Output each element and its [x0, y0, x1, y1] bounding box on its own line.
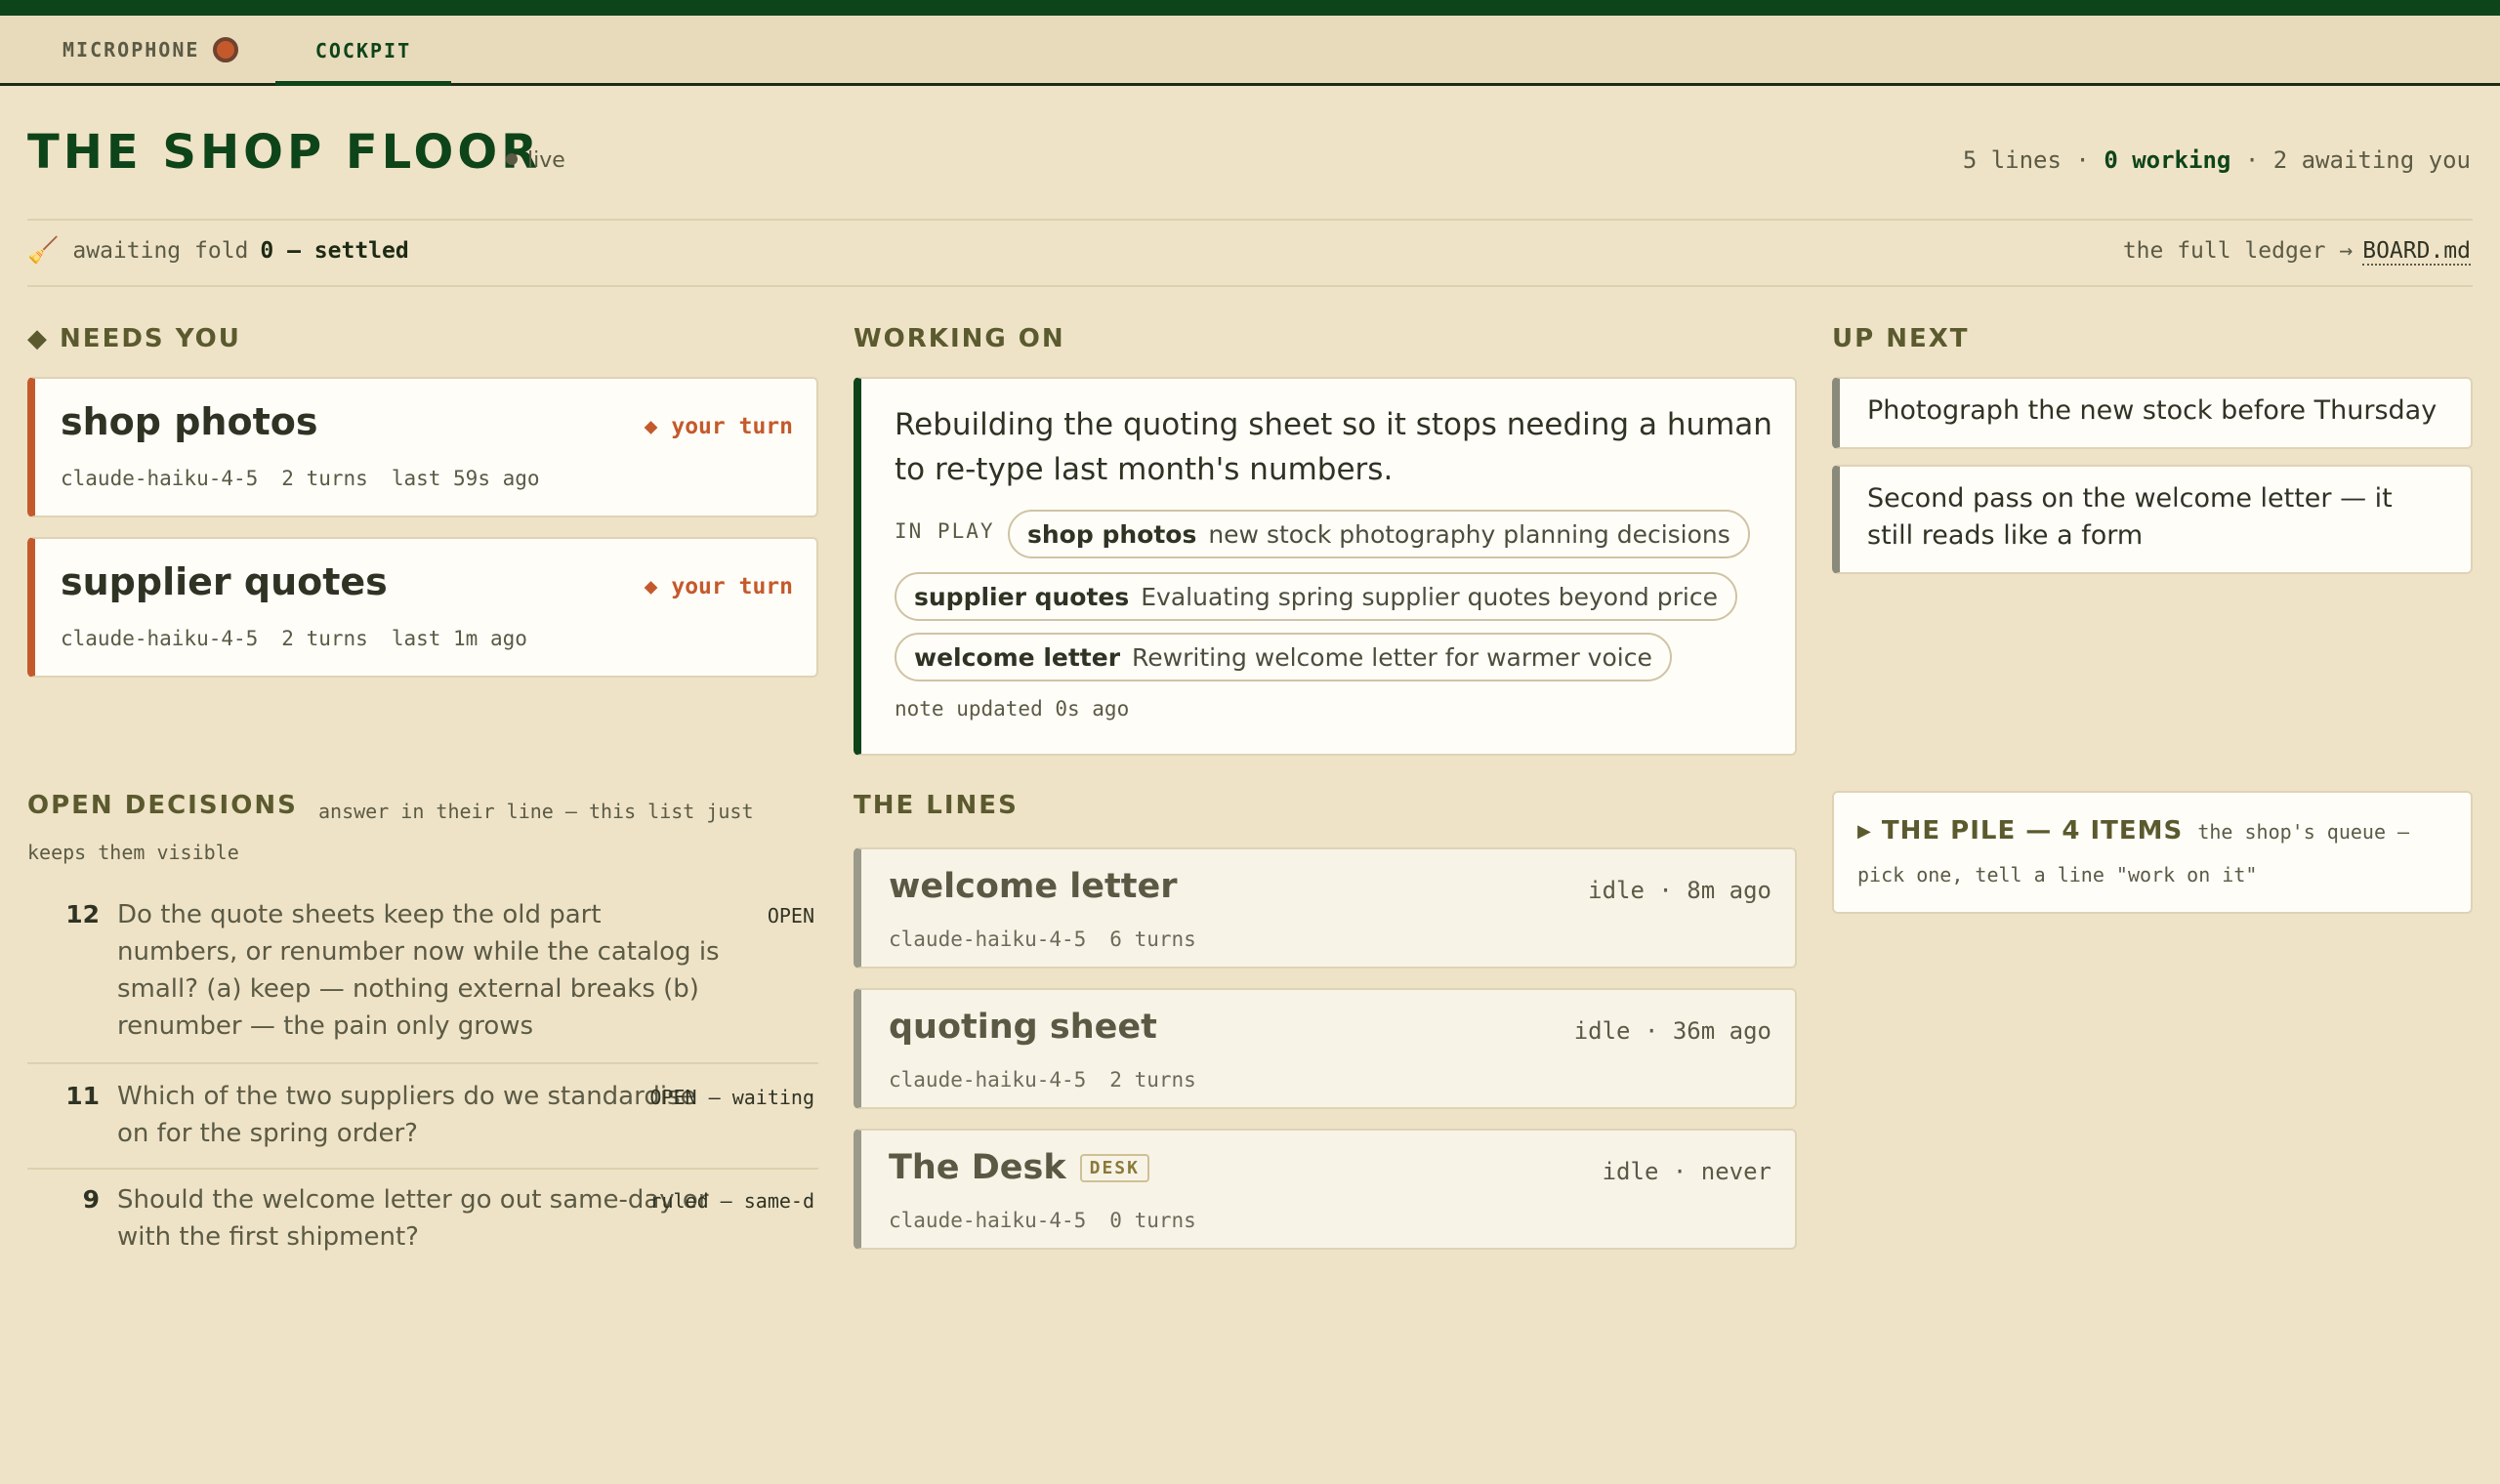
line-card-quoting-sheet[interactable]: quoting sheet idle · 36m ago claude-haik… — [854, 988, 1797, 1109]
divider — [27, 219, 2473, 221]
decision-question: Which of the two suppliers do we standar… — [117, 1082, 696, 1148]
note-updated: note updated 0s ago — [895, 697, 1130, 721]
board-md-link[interactable]: BOARD.md — [2362, 238, 2471, 266]
card-title: supplier quotes — [61, 560, 388, 603]
decision-item[interactable]: 12 Do the quote sheets keep the old part… — [27, 900, 818, 1047]
line-idle-status: idle · never — [1602, 1158, 1771, 1185]
turn-count: 6 turns — [1109, 928, 1196, 951]
divider — [27, 285, 2473, 287]
pill-desc: Evaluating spring supplier quotes beyond… — [1141, 582, 1718, 611]
decision-item[interactable]: 11 Which of the two suppliers do we stan… — [27, 1082, 818, 1160]
in-play-pill-shop-photos[interactable]: shop photos new stock photography plannin… — [1008, 510, 1750, 558]
ledger-link-row: the full ledger → BOARD.md — [2122, 238, 2471, 266]
last-activity: last 1m ago — [391, 627, 527, 650]
line-name-text: welcome letter — [889, 867, 1178, 906]
model-name: claude-haiku-4-5 — [61, 467, 259, 490]
model-name: claude-haiku-4-5 — [889, 1068, 1087, 1092]
divider — [27, 1062, 818, 1064]
top-accent-band — [0, 0, 2500, 16]
line-name: The Desk DESK — [889, 1148, 1149, 1187]
tab-cockpit-label: COCKPIT — [314, 38, 412, 62]
pile-heading-text: THE PILE — 4 ITEMS — [1881, 816, 2184, 845]
decision-number: 12 — [65, 900, 100, 928]
model-name: claude-haiku-4-5 — [889, 1209, 1087, 1232]
tab-cockpit[interactable]: COCKPIT — [275, 16, 451, 86]
open-decisions-subtitle: answer in their line — this list just ke… — [27, 800, 754, 864]
turn-count: 0 turns — [1109, 1209, 1196, 1232]
page-title: THE SHOP FLOOR — [27, 125, 542, 180]
needs-you-card-shop-photos[interactable]: shop photos ◆ your turn claude-haiku-4-5… — [27, 377, 818, 517]
fold-status: 🧹 awaiting fold 0 — settled — [27, 236, 409, 266]
turn-count: 2 turns — [281, 627, 368, 650]
up-next-item[interactable]: Second pass on the welcome letter — it s… — [1832, 465, 2473, 574]
last-activity: last 59s ago — [391, 467, 540, 490]
decision-question: Do the quote sheets keep the old part nu… — [117, 900, 720, 1041]
stats-working: 0 working — [2104, 146, 2231, 174]
decision-status: ruled — same-d — [649, 1189, 814, 1213]
fold-label: awaiting fold — [72, 238, 249, 264]
decision-status: OPEN — [767, 904, 814, 928]
the-lines-heading: THE LINES — [854, 791, 1019, 820]
in-play-pill-supplier-quotes[interactable]: supplier quotes Evaluating spring supplie… — [895, 572, 1737, 621]
pill-desc: Rewriting welcome letter for warmer voic… — [1132, 642, 1652, 672]
needs-you-card-supplier-quotes[interactable]: supplier quotes ◆ your turn claude-haiku… — [27, 537, 818, 678]
working-on-heading: WORKING ON — [854, 324, 1065, 353]
record-indicator-icon — [213, 36, 239, 62]
stats-awaiting: · 2 awaiting you — [2244, 146, 2471, 174]
turn-count: 2 turns — [281, 467, 368, 490]
the-pile-toggle[interactable]: ▶ THE PILE — 4 ITEMS the shop's queue — p… — [1832, 791, 2473, 914]
decision-question: Should the welcome letter go out same-da… — [117, 1185, 709, 1252]
model-name: claude-haiku-4-5 — [889, 928, 1087, 951]
stats-lines: 5 lines · — [1962, 146, 2090, 174]
tab-bar: MICROPHONE COCKPIT — [0, 16, 2500, 86]
desk-badge: DESK — [1079, 1153, 1149, 1182]
line-idle-status: idle · 8m ago — [1588, 877, 1771, 904]
your-turn-badge: ◆ your turn — [644, 574, 793, 599]
line-meta: claude-haiku-4-5 0 turns — [889, 1209, 1220, 1232]
needs-you-heading: ◆ NEEDS YOU — [27, 324, 241, 353]
line-idle-status: idle · 36m ago — [1573, 1017, 1771, 1045]
line-name: quoting sheet — [889, 1008, 1157, 1047]
tab-microphone[interactable]: MICROPHONE — [62, 16, 239, 83]
expand-triangle-icon: ▶ — [1857, 821, 1872, 842]
pile-heading: ▶ THE PILE — 4 ITEMS — [1857, 816, 2183, 845]
live-indicator: live — [506, 148, 565, 173]
pill-name: welcome letter — [914, 642, 1121, 672]
card-meta: claude-haiku-4-5 2 turns last 59s ago — [61, 467, 563, 490]
working-on-card: Rebuilding the quoting sheet so it stops… — [854, 377, 1797, 756]
broom-icon: 🧹 — [27, 236, 60, 266]
pill-name: supplier quotes — [914, 582, 1130, 611]
live-dot-icon — [506, 153, 518, 165]
in-play-pill-welcome-letter[interactable]: welcome letter Rewriting welcome letter f… — [895, 633, 1672, 681]
live-label: live — [527, 148, 565, 173]
card-meta: claude-haiku-4-5 2 turns last 1m ago — [61, 627, 551, 650]
in-play-label: IN PLAY — [895, 519, 995, 543]
decision-number: 11 — [65, 1082, 100, 1110]
pill-desc: new stock photography planning decisions — [1208, 519, 1730, 549]
summary-stats: 5 lines · 0 working · 2 awaiting you — [1963, 146, 2471, 174]
your-turn-badge: ◆ your turn — [644, 414, 793, 439]
line-name-text: quoting sheet — [889, 1008, 1157, 1047]
turn-count: 2 turns — [1109, 1068, 1196, 1092]
model-name: claude-haiku-4-5 — [61, 627, 259, 650]
decision-item[interactable]: 9 Should the welcome letter go out same-… — [27, 1185, 818, 1263]
up-next-heading: UP NEXT — [1832, 324, 1970, 353]
line-name-text: The Desk — [889, 1148, 1066, 1187]
fold-value: 0 — settled — [260, 238, 409, 264]
pill-name: shop photos — [1027, 519, 1197, 549]
line-meta: claude-haiku-4-5 6 turns — [889, 928, 1220, 951]
divider — [27, 1168, 818, 1170]
up-next-item[interactable]: Photograph the new stock before Thursday — [1832, 377, 2473, 449]
line-card-welcome-letter[interactable]: welcome letter idle · 8m ago claude-haik… — [854, 847, 1797, 969]
ledger-label: the full ledger → — [2122, 238, 2354, 264]
tab-microphone-label: MICROPHONE — [62, 37, 200, 62]
line-meta: claude-haiku-4-5 2 turns — [889, 1068, 1220, 1092]
working-on-text: Rebuilding the quoting sheet so it stops… — [895, 407, 1772, 487]
card-title: shop photos — [61, 400, 318, 443]
line-name: welcome letter — [889, 867, 1177, 906]
decision-status: OPEN — waiting — [649, 1086, 814, 1109]
line-card-the-desk[interactable]: The Desk DESK idle · never claude-haiku-4… — [854, 1129, 1797, 1250]
decision-number: 9 — [82, 1185, 100, 1214]
